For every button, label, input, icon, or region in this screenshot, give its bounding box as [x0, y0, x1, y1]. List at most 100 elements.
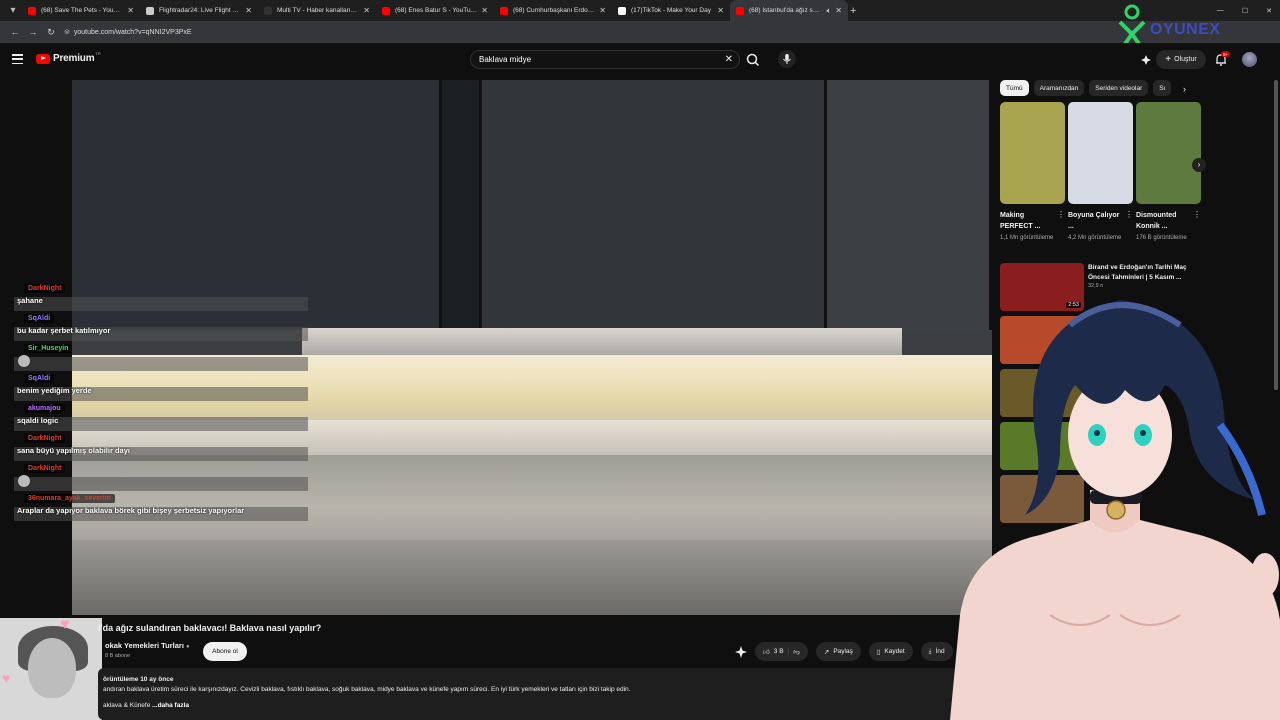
- video-frame-table: [72, 540, 992, 615]
- menu-icon[interactable]: [12, 54, 23, 64]
- description-footer: aklava & Künefe ...daha fazla: [103, 701, 953, 711]
- browser-tab[interactable]: (68) Enes Batur S - YouTube ✕: [376, 0, 494, 21]
- short-views: 1,1 Mn görüntüleme: [1000, 235, 1054, 241]
- tab-close-icon[interactable]: ✕: [599, 6, 606, 15]
- browser-tab[interactable]: Multi TV - Haber kanallarını ay ✕: [258, 0, 376, 21]
- search-input[interactable]: Baklava midye ✕: [470, 50, 740, 69]
- tab-search-icon[interactable]: ▾: [4, 2, 22, 20]
- tab-favicon-icon: [28, 6, 36, 15]
- dislike-icon[interactable]: 👎︎: [793, 648, 800, 656]
- download-label: İnd: [935, 648, 945, 655]
- share-label: Paylaş: [833, 648, 853, 655]
- tab-audio-icon[interactable]: 🔈︎: [826, 6, 831, 16]
- overlay-logo-text: OYUNEX: [1150, 21, 1221, 38]
- save-button[interactable]: ▯ Kaydet: [868, 642, 913, 661]
- views-and-date: örüntüleme 10 ay önce: [103, 676, 174, 683]
- chips-next-icon[interactable]: ›: [1183, 84, 1186, 94]
- short-card[interactable]: Boyuna Çalıyor ... ⋮ 4,2 Mn görüntüleme: [1068, 102, 1133, 243]
- tab-title: Flightradar24: Live Flight Tracker: [159, 7, 242, 14]
- divider: |: [787, 648, 790, 655]
- reload-icon[interactable]: ↻: [42, 27, 60, 38]
- browser-tab[interactable]: (68) Cumhurbaşkanı Erdoğan C✕: [494, 0, 612, 21]
- stream-chat-overlay: DarkNight şahane SqAldi bu kadar şerbet kat…: [14, 283, 308, 523]
- tab-close-icon[interactable]: ✕: [363, 6, 370, 15]
- video-frame-tray: [302, 328, 902, 356]
- notification-badge: 9+: [1221, 51, 1231, 57]
- filter-chip[interactable]: Sı: [1153, 80, 1172, 96]
- search-icon[interactable]: [743, 51, 763, 69]
- clear-search-icon[interactable]: ✕: [725, 54, 733, 65]
- like-count[interactable]: 3 B: [774, 648, 784, 655]
- chat-username: SqAldi: [24, 374, 55, 383]
- tab-favicon-icon: [736, 6, 744, 15]
- logo-country: TR: [95, 51, 101, 56]
- plus-icon: +: [1165, 54, 1172, 65]
- tab-favicon-icon: [500, 6, 508, 15]
- logo-brand: Premium: [53, 53, 95, 64]
- video-title[interactable]: Birand ve Erdoğan'ın Tarihi Maç Öncesi T…: [1088, 263, 1200, 283]
- browser-tab[interactable]: Flightradar24: Live Flight Tracker✕: [140, 0, 258, 21]
- chat-username: 36numara_ayak_severim: [24, 494, 115, 503]
- browser-tab[interactable]: (68) İstanbul'da ağız sulan 🔈︎ ✕: [730, 0, 848, 21]
- download-button[interactable]: ⤓ İnd: [920, 642, 953, 661]
- short-thumbnail[interactable]: [1136, 102, 1201, 204]
- heart-icon: ♥: [2, 670, 11, 686]
- short-card[interactable]: Making PERFECT ... ⋮ 1,1 Mn görüntüleme: [1000, 102, 1065, 243]
- back-icon[interactable]: ←: [6, 27, 24, 37]
- description-text: andıran baklava üretim süreci ile karşın…: [103, 686, 631, 693]
- more-options-icon[interactable]: ⋮: [1193, 210, 1201, 232]
- channel-name[interactable]: okak Yemekleri Turları ●: [105, 641, 190, 650]
- tab-title: (68) Enes Batur S - YouTube: [395, 7, 478, 14]
- short-card[interactable]: Dismounted Konnik ... ⋮ 176 B görüntüleme: [1136, 102, 1201, 243]
- tab-close-icon[interactable]: ✕: [835, 6, 842, 15]
- heart-icon: ♥: [60, 618, 70, 633]
- short-title[interactable]: Dismounted Konnik ...: [1136, 210, 1193, 232]
- more-options-icon[interactable]: ⋮: [1125, 210, 1133, 232]
- video-description[interactable]: örüntüleme 10 ay önce andıran baklava ür…: [98, 668, 958, 720]
- youtube-header: Premium TR Baklava midye ✕ + Oluştur 9+: [0, 43, 1280, 77]
- filter-chip[interactable]: Seriden videolar: [1089, 80, 1149, 96]
- site-info-icon[interactable]: ⊜: [64, 28, 70, 36]
- forward-icon[interactable]: →: [24, 27, 42, 37]
- short-thumbnail[interactable]: [1068, 102, 1133, 204]
- like-icon[interactable]: 👍︎: [763, 648, 770, 656]
- channel-name-text: okak Yemekleri Turları: [105, 641, 184, 650]
- shorts-shelf: Making PERFECT ... ⋮ 1,1 Mn görüntüleme Boy…: [1000, 102, 1201, 243]
- short-title[interactable]: Boyuna Çalıyor ...: [1068, 210, 1125, 232]
- shorts-next-icon[interactable]: ›: [1192, 158, 1206, 172]
- more-options-icon[interactable]: ⋮: [1057, 210, 1065, 232]
- chat-text: sqaldi logic: [17, 416, 59, 425]
- bookmark-icon: ▯: [876, 648, 881, 656]
- short-title[interactable]: Making PERFECT ...: [1000, 210, 1057, 232]
- tab-close-icon[interactable]: ✕: [245, 6, 252, 15]
- subscribe-button[interactable]: Abone ol: [203, 642, 247, 661]
- microphone-icon[interactable]: [778, 50, 796, 68]
- verified-icon: ●: [186, 644, 190, 650]
- create-button[interactable]: + Oluştur: [1156, 50, 1206, 69]
- cast-icon[interactable]: [1140, 54, 1152, 66]
- chat-username: akumajou: [24, 404, 65, 413]
- tab-close-icon[interactable]: ✕: [127, 6, 134, 15]
- tab-close-icon[interactable]: ✕: [717, 6, 724, 15]
- address-bar: ← → ↻ ⊜ youtube.com/watch?v=qNNI2VP3PxE: [0, 21, 1280, 43]
- youtube-logo[interactable]: Premium TR: [36, 51, 101, 64]
- tab-close-icon[interactable]: ✕: [481, 6, 488, 15]
- filter-chip[interactable]: Tümü: [1000, 80, 1029, 96]
- short-views: 176 B görüntüleme: [1136, 235, 1187, 241]
- sparkle-icon[interactable]: [735, 645, 747, 658]
- youtube-play-icon: [36, 53, 50, 64]
- browser-tab[interactable]: (17)TikTok - Make Your Day ✕: [612, 0, 730, 21]
- show-more-link[interactable]: ...daha fazla: [152, 702, 189, 709]
- short-thumbnail[interactable]: [1000, 102, 1065, 204]
- share-icon: ↗: [823, 648, 830, 656]
- chat-message: Sir_Huseyin: [14, 343, 308, 373]
- filter-chip[interactable]: Aramanızdan: [1033, 80, 1085, 96]
- video-title: l'da ağız sulandıran baklavacı! Baklava …: [98, 623, 322, 633]
- url-field[interactable]: ⊜ youtube.com/watch?v=qNNI2VP3PxE: [64, 28, 192, 37]
- share-button[interactable]: ↗ Paylaş: [815, 642, 861, 661]
- video-frame-panel: [482, 80, 827, 330]
- browser-tab[interactable]: (68) Save The Pets - YouTube ✕: [22, 0, 140, 21]
- download-icon: ⤓: [928, 647, 932, 655]
- new-tab-button[interactable]: +: [850, 5, 856, 17]
- account-avatar[interactable]: [1242, 52, 1257, 67]
